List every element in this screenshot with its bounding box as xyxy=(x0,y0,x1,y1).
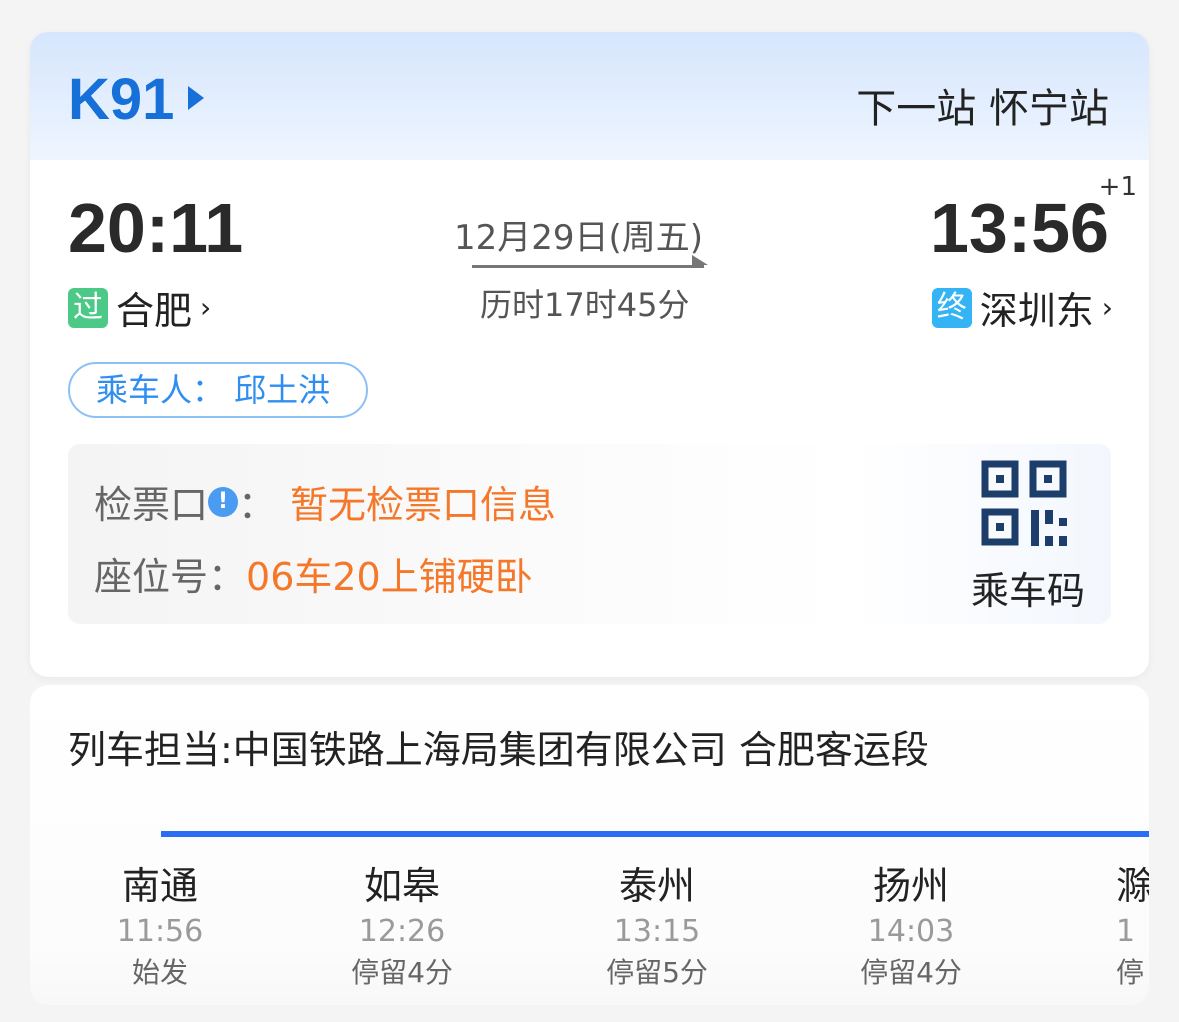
station-item[interactable]: 如皋 12:26 停留4分 xyxy=(302,855,502,991)
seat-label: 座位号： xyxy=(94,555,247,599)
station-stop: 停留4分 xyxy=(860,956,962,989)
station-item[interactable]: 扬州 14:03 停留4分 xyxy=(811,855,1011,991)
gate-value: 暂无检票口信息 xyxy=(290,483,557,527)
station-stop: 始发 xyxy=(131,956,188,989)
gate-row: 检票口 ! ： 暂无检票口信息 xyxy=(94,474,556,529)
depart-station-name: 合肥 xyxy=(116,289,193,333)
station-stop: 停 xyxy=(1116,956,1145,989)
arrive-time: 13:56 xyxy=(929,189,1109,267)
station-stop: 停留5分 xyxy=(606,956,708,989)
passenger-badge: 乘车人： 邱土洪 xyxy=(68,362,368,418)
train-number[interactable]: K91 xyxy=(68,66,174,133)
terminal-tag: 终 xyxy=(931,287,972,328)
station-name: 滁 xyxy=(1116,864,1149,908)
play-arrow-icon[interactable] xyxy=(188,86,204,110)
duration: 历时17时45分 xyxy=(480,286,690,324)
gate-sep: ： xyxy=(238,483,277,527)
route-card: 列车担当:中国铁路上海局集团有限公司 合肥客运段 南通 11:56 始发 如皋 12:… xyxy=(30,685,1149,1005)
next-station: 下一站 怀宁站 xyxy=(856,86,1109,132)
depart-station[interactable]: 过 合肥 › xyxy=(68,280,211,335)
info-icon[interactable]: ! xyxy=(208,486,239,517)
ticket-info: 检票口 ! ： 暂无检票口信息 座位号： 06车20上铺硬卧 乘车码 xyxy=(68,444,1111,624)
station-time: 1 xyxy=(1116,914,1136,949)
qr-code-label[interactable]: 乘车码 xyxy=(971,560,1085,615)
station-name: 如皋 xyxy=(363,864,440,908)
station-time: 12:26 xyxy=(358,914,446,949)
pass-tag: 过 xyxy=(68,287,108,328)
station-item[interactable]: 泰州 13:15 停留5分 xyxy=(557,855,757,991)
station-time: 14:03 xyxy=(867,914,955,949)
station-time: 13:15 xyxy=(613,914,701,949)
route-progress-line xyxy=(161,831,1149,837)
station-name: 扬州 xyxy=(872,864,949,908)
ticket-header: K91 下一站 怀宁站 xyxy=(30,32,1149,160)
station-name: 南通 xyxy=(121,864,198,908)
seat-value: 06车20上铺硬卧 xyxy=(246,555,533,599)
station-name: 泰州 xyxy=(618,864,695,908)
crew-info: 列车担当:中国铁路上海局集团有限公司 合肥客运段 xyxy=(68,728,929,772)
station-item[interactable]: 滁 1 停 xyxy=(1116,855,1149,991)
arrive-station-name: 深圳东 xyxy=(979,289,1094,333)
chevron-right-icon: › xyxy=(200,291,212,324)
travel-date: 12月29日(周五) xyxy=(454,218,704,258)
depart-time: 20:11 xyxy=(68,189,244,267)
station-stop: 停留4分 xyxy=(351,956,453,989)
seat-row: 座位号： 06车20上铺硬卧 xyxy=(94,546,533,601)
arrow-icon xyxy=(472,255,708,268)
station-item[interactable]: 南通 11:56 始发 xyxy=(60,855,260,991)
day-offset: +1 xyxy=(1098,172,1137,202)
ticket-card: K91 下一站 怀宁站 20:11 过 合肥 › 12月29日(周五) 历时17… xyxy=(30,32,1149,677)
chevron-right-icon: › xyxy=(1101,291,1113,324)
arrive-station[interactable]: 终 深圳东 › xyxy=(931,280,1113,335)
station-time: 11:56 xyxy=(116,914,204,949)
gate-label: 检票口 xyxy=(94,483,209,527)
qr-code-icon[interactable] xyxy=(981,460,1071,550)
